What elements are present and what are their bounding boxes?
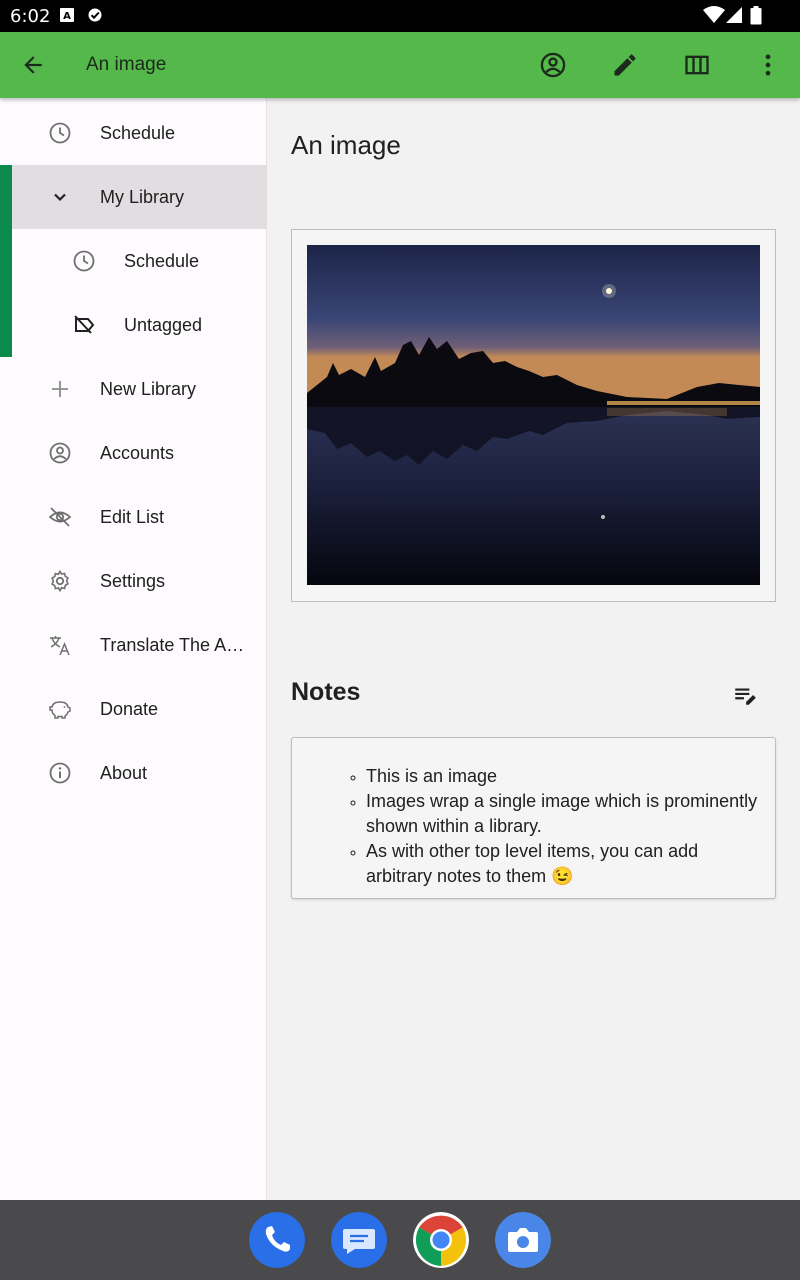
cell-signal-icon bbox=[726, 7, 742, 23]
drawer-item-label: About bbox=[100, 763, 148, 783]
info-icon bbox=[49, 762, 71, 784]
account-circle-icon bbox=[49, 442, 71, 464]
drawer-item-label: Schedule bbox=[124, 251, 200, 271]
translate-icon bbox=[50, 636, 70, 656]
eye-off-icon bbox=[48, 507, 72, 527]
chrome-icon[interactable] bbox=[413, 1212, 469, 1268]
check-badge-icon bbox=[88, 8, 102, 22]
notes-card[interactable]: This is an image Images wrap a single im… bbox=[291, 737, 776, 899]
night-lake-photo[interactable] bbox=[307, 245, 760, 585]
status-bar: 6:02 A bbox=[0, 0, 800, 32]
note-item: Images wrap a single image which is prom… bbox=[366, 789, 761, 839]
clock-icon bbox=[49, 122, 71, 144]
gear-icon bbox=[51, 569, 69, 593]
image-card[interactable] bbox=[291, 229, 776, 602]
app-dock bbox=[0, 1200, 800, 1280]
clock-icon bbox=[73, 250, 95, 272]
status-time: 6:02 bbox=[10, 6, 51, 27]
chevron-down-icon bbox=[54, 193, 66, 202]
drawer-item-schedule[interactable]: Schedule bbox=[0, 101, 267, 165]
drawer-item-label: New Library bbox=[100, 379, 197, 399]
drawer-item-accounts[interactable]: Accounts bbox=[0, 421, 267, 485]
drawer-item-my-library[interactable]: My Library bbox=[12, 165, 267, 229]
tag-off-icon bbox=[74, 315, 95, 334]
drawer-item-label: Schedule bbox=[100, 123, 176, 143]
drawer-item-label: Accounts bbox=[100, 443, 175, 463]
piggy-bank-icon bbox=[49, 701, 71, 719]
app-bar-title: An image bbox=[86, 54, 167, 75]
drawer-item-untagged[interactable]: Untagged bbox=[0, 293, 267, 357]
navigation-drawer: Schedule My Library Schedule Untagged Ne… bbox=[0, 98, 267, 1200]
svg-text:A: A bbox=[63, 11, 71, 22]
battery-icon bbox=[750, 6, 762, 25]
drawer-item-label: Settings bbox=[100, 571, 166, 591]
more-vert-icon[interactable] bbox=[754, 51, 782, 79]
account-icon[interactable] bbox=[539, 51, 567, 79]
columns-icon[interactable] bbox=[683, 51, 711, 79]
drawer-item-library-schedule[interactable]: Schedule bbox=[0, 229, 267, 293]
page-title: An image bbox=[291, 130, 401, 160]
drawer-item-settings[interactable]: Settings bbox=[0, 549, 267, 613]
drawer-item-label: Untagged bbox=[124, 315, 203, 335]
drawer-item-label: Edit List bbox=[100, 507, 165, 527]
edit-icon[interactable] bbox=[611, 51, 639, 79]
note-item: As with other top level items, you can a… bbox=[366, 839, 761, 889]
drawer-item-label: Translate The A… bbox=[100, 635, 245, 655]
drawer-item-label: My Library bbox=[100, 187, 185, 207]
note-item: This is an image bbox=[366, 764, 761, 789]
plus-icon bbox=[52, 381, 68, 397]
camera-icon[interactable] bbox=[495, 1212, 551, 1268]
drawer-item-donate[interactable]: Donate bbox=[0, 677, 267, 741]
drawer-item-translate[interactable]: Translate The A… bbox=[0, 613, 267, 677]
back-arrow-icon[interactable] bbox=[20, 52, 46, 78]
phone-icon[interactable] bbox=[249, 1212, 305, 1268]
drawer-item-edit-list[interactable]: Edit List bbox=[0, 485, 267, 549]
edit-notes-icon[interactable] bbox=[732, 682, 758, 708]
notes-list: This is an image Images wrap a single im… bbox=[366, 764, 761, 889]
app-bar: An image bbox=[0, 32, 800, 98]
messages-icon[interactable] bbox=[331, 1212, 387, 1268]
wifi-icon bbox=[703, 6, 725, 23]
a-box-icon: A bbox=[60, 8, 74, 22]
drawer-item-label: Donate bbox=[100, 699, 159, 719]
drawer-item-new-library[interactable]: New Library bbox=[0, 357, 267, 421]
notes-heading: Notes bbox=[291, 678, 361, 706]
drawer-item-about[interactable]: About bbox=[0, 741, 267, 805]
